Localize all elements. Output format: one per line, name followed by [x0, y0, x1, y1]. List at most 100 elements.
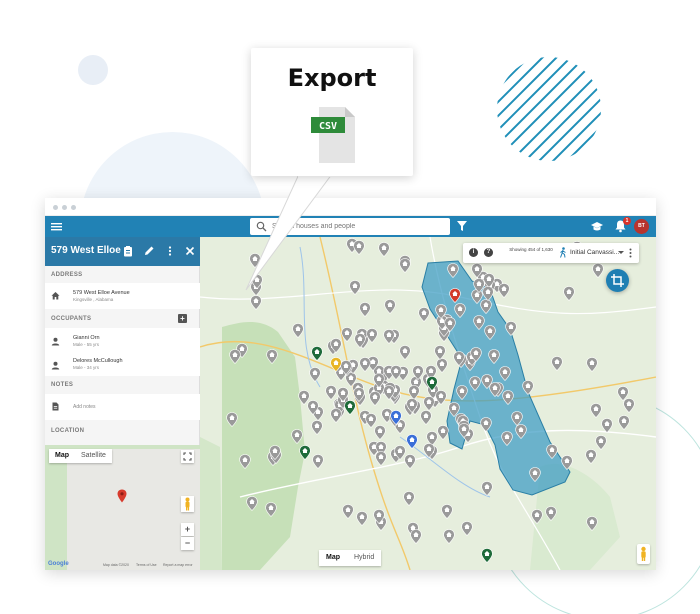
house-pin[interactable] — [378, 241, 390, 257]
house-pin[interactable] — [417, 307, 430, 323]
hybrid-view-button[interactable]: Hybrid — [347, 550, 381, 566]
map-view-button[interactable]: Map — [319, 550, 347, 566]
graduation-cap-icon[interactable] — [590, 220, 604, 233]
campaign-selector[interactable]: Initial Canvassi... — [570, 249, 619, 256]
house-pin[interactable] — [405, 398, 418, 413]
house-pin[interactable] — [434, 345, 446, 360]
house-pin-green[interactable] — [344, 400, 356, 415]
house-pin-green[interactable] — [311, 346, 323, 361]
house-pin[interactable] — [229, 348, 241, 364]
user-avatar[interactable]: BT — [634, 219, 649, 234]
house-pin-green[interactable] — [426, 376, 438, 391]
house-pin[interactable] — [410, 529, 422, 545]
house-pin[interactable] — [505, 320, 517, 336]
house-pin[interactable] — [298, 390, 310, 406]
house-pin[interactable] — [444, 317, 456, 333]
house-pin[interactable] — [330, 407, 342, 423]
house-pin[interactable] — [472, 314, 485, 330]
house-pin[interactable] — [368, 390, 381, 406]
add-occupant-button[interactable]: + — [178, 314, 187, 323]
clipboard-icon[interactable] — [122, 245, 134, 257]
house-pin[interactable] — [617, 386, 629, 402]
house-pin[interactable] — [453, 350, 466, 366]
minimap-map-button[interactable]: Map — [49, 449, 75, 463]
house-pin[interactable] — [544, 506, 557, 522]
house-pin-green[interactable] — [299, 445, 311, 460]
house-pin[interactable] — [584, 448, 597, 464]
house-pin[interactable] — [501, 431, 514, 447]
house-pin[interactable] — [600, 417, 613, 433]
house-pin[interactable] — [354, 332, 366, 348]
house-pin[interactable] — [437, 425, 449, 441]
house-pin[interactable] — [546, 444, 558, 460]
house-pin[interactable] — [447, 262, 460, 278]
house-pin[interactable] — [374, 425, 386, 440]
house-pin[interactable] — [454, 303, 466, 319]
house-pin[interactable] — [398, 345, 411, 361]
house-pin[interactable] — [561, 455, 573, 470]
house-pin[interactable] — [309, 367, 321, 383]
house-pin[interactable] — [403, 491, 415, 507]
house-pin[interactable] — [264, 501, 277, 517]
house-pin[interactable] — [481, 481, 493, 496]
filter-icon[interactable] — [456, 220, 468, 232]
location-minimap[interactable]: Map Satellite + − Google Map data ©2020 … — [45, 445, 200, 570]
house-pin[interactable] — [551, 355, 563, 371]
house-pin[interactable] — [468, 376, 481, 391]
house-pin[interactable] — [488, 349, 500, 365]
minimap-satellite-button[interactable]: Satellite — [75, 449, 112, 463]
house-pin[interactable] — [479, 417, 492, 433]
zoom-out-button[interactable]: − — [181, 537, 194, 550]
house-pin[interactable] — [239, 454, 252, 470]
house-pin[interactable] — [562, 285, 575, 301]
house-pin[interactable] — [330, 337, 342, 353]
house-pin[interactable] — [441, 504, 453, 519]
house-pin[interactable] — [498, 282, 510, 298]
add-notes-link[interactable]: Add notes — [73, 404, 96, 410]
house-pin[interactable] — [384, 299, 396, 314]
house-pin[interactable] — [586, 516, 599, 532]
more-vertical-icon[interactable] — [164, 245, 176, 257]
help-icon[interactable]: ? — [484, 248, 493, 257]
house-pin[interactable] — [356, 511, 368, 526]
house-pin[interactable] — [511, 410, 523, 426]
house-pin[interactable] — [499, 366, 511, 382]
draw-turf-button[interactable] — [606, 269, 629, 292]
house-pin[interactable] — [359, 301, 371, 317]
house-pin[interactable] — [481, 286, 494, 302]
house-pin[interactable] — [530, 509, 543, 525]
house-pin[interactable] — [312, 454, 324, 469]
house-pin[interactable] — [389, 364, 402, 380]
house-pin[interactable] — [226, 412, 239, 428]
house-pin[interactable] — [589, 402, 602, 418]
info-icon[interactable]: i — [469, 248, 478, 257]
house-pin[interactable] — [456, 385, 468, 401]
csv-file-icon[interactable]: CSV — [309, 103, 357, 165]
pegman-icon[interactable] — [181, 496, 194, 512]
house-pin[interactable] — [458, 423, 470, 439]
house-pin[interactable] — [403, 453, 416, 469]
house-pin-yellow[interactable] — [330, 357, 342, 372]
house-pin[interactable] — [383, 329, 395, 345]
house-pin[interactable] — [399, 258, 412, 273]
house-pin[interactable] — [435, 390, 448, 406]
house-pin[interactable] — [592, 263, 604, 279]
house-pin[interactable] — [291, 429, 303, 445]
house-pin[interactable] — [423, 395, 435, 411]
house-pin[interactable] — [292, 323, 304, 339]
house-pin[interactable] — [372, 508, 385, 524]
fullscreen-icon[interactable] — [181, 450, 194, 463]
house-pin[interactable] — [529, 466, 541, 482]
house-pin[interactable] — [515, 423, 527, 439]
house-pin[interactable] — [423, 443, 435, 458]
house-pin[interactable] — [447, 402, 460, 418]
house-pin[interactable] — [246, 496, 259, 512]
house-pin[interactable] — [353, 240, 365, 256]
house-pin[interactable] — [269, 444, 282, 460]
occupant-item[interactable]: Gianni Orn Male - 55 yrs — [45, 328, 200, 352]
house-pin[interactable] — [358, 357, 371, 373]
house-pin-green[interactable] — [481, 548, 493, 563]
house-pin[interactable] — [366, 328, 378, 343]
house-pin[interactable] — [310, 420, 323, 436]
house-pin-red[interactable] — [449, 288, 461, 303]
